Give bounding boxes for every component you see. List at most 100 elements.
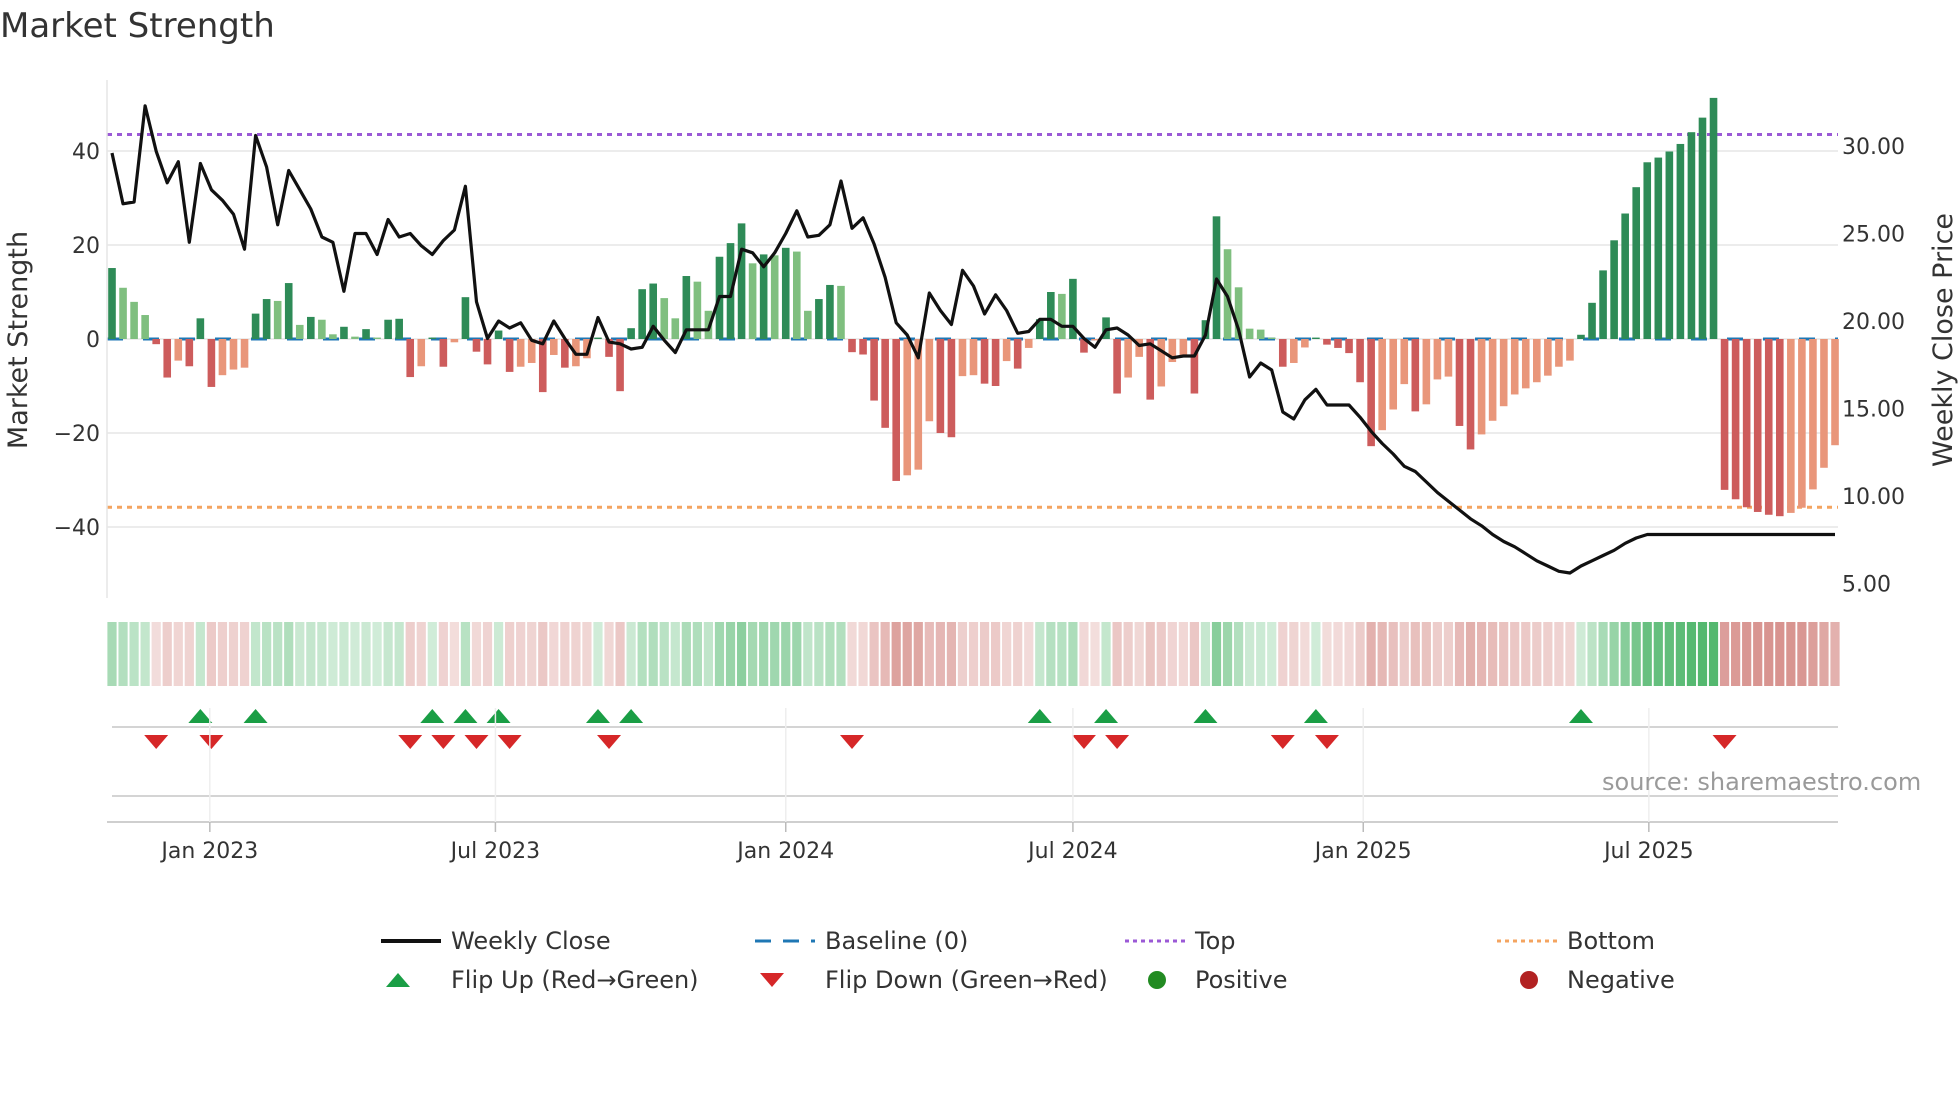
strength-bar bbox=[1047, 292, 1055, 339]
heat-cell bbox=[1775, 622, 1785, 686]
strength-bar bbox=[362, 329, 370, 339]
heat-cell bbox=[1035, 622, 1045, 686]
strength-bar bbox=[1577, 334, 1585, 339]
strength-bar bbox=[1599, 270, 1607, 339]
heat-cell bbox=[1686, 622, 1697, 686]
strength-bar bbox=[870, 339, 878, 401]
flip-down-marker bbox=[840, 735, 865, 749]
strength-bar bbox=[1809, 339, 1817, 490]
source-credit: source: sharemaestro.com bbox=[1602, 768, 1922, 796]
heat-cell bbox=[460, 622, 471, 686]
x-tick-label: Jul 2024 bbox=[1026, 839, 1118, 864]
y-tick-label: 0 bbox=[86, 328, 100, 353]
heat-cell bbox=[250, 622, 261, 686]
strength-bar bbox=[947, 339, 956, 438]
flip-up-marker bbox=[585, 709, 610, 723]
strength-bar bbox=[770, 255, 779, 339]
strength-bar bbox=[307, 316, 315, 339]
strength-bar bbox=[1753, 339, 1762, 512]
strength-bar bbox=[1764, 339, 1773, 515]
flip-up-marker bbox=[486, 709, 511, 723]
heat-cell bbox=[1322, 622, 1332, 686]
strength-bar bbox=[1157, 339, 1166, 387]
heat-cell bbox=[284, 622, 294, 686]
strength-bar bbox=[1411, 339, 1420, 412]
heat-cell bbox=[924, 622, 934, 686]
heat-cell bbox=[273, 622, 283, 686]
heat-cell bbox=[1786, 622, 1796, 686]
heat-cell bbox=[1510, 622, 1520, 686]
strength-bar bbox=[792, 251, 801, 339]
axes: 40 20 0 −20 −40 30.00 25.00 20.00 15.00 10.00 5.00… bbox=[54, 80, 1905, 864]
heat-cell bbox=[1090, 622, 1100, 686]
heat-cell bbox=[582, 622, 592, 686]
flip-up-marker bbox=[243, 709, 268, 723]
heat-cell bbox=[880, 622, 890, 686]
strength-bar bbox=[494, 330, 503, 339]
heat-cell bbox=[1664, 622, 1674, 686]
heat-cell bbox=[1443, 622, 1454, 686]
heat-cell bbox=[659, 622, 669, 686]
strength-bar bbox=[141, 315, 149, 339]
heat-cell bbox=[482, 622, 493, 686]
heat-cell bbox=[1222, 622, 1233, 686]
strength-bar bbox=[318, 319, 326, 339]
heat-cell bbox=[1488, 622, 1498, 686]
heat-cell bbox=[560, 622, 570, 686]
strength-bar bbox=[1455, 339, 1464, 426]
strength-bar bbox=[351, 336, 359, 339]
strength-bar bbox=[1179, 339, 1188, 356]
strength-bar bbox=[417, 339, 426, 367]
flip-up-marker bbox=[1027, 709, 1052, 723]
heat-cell bbox=[228, 622, 239, 686]
heat-cell bbox=[1532, 622, 1542, 686]
heat-cell bbox=[1068, 622, 1078, 686]
heat-cell bbox=[736, 622, 747, 686]
strength-bar bbox=[1488, 339, 1497, 421]
strength-bar bbox=[284, 283, 293, 339]
heat-cell bbox=[118, 622, 128, 686]
strength-bar bbox=[1775, 339, 1784, 517]
strength-bar bbox=[1389, 339, 1398, 410]
flip-down-marker bbox=[431, 735, 456, 749]
strength-bar bbox=[991, 339, 1000, 386]
strength-bar bbox=[1665, 151, 1674, 339]
heat-cell bbox=[1808, 622, 1818, 686]
heat-cell bbox=[1134, 622, 1144, 686]
y2-tick-label: 25.00 bbox=[1842, 223, 1905, 248]
strength-bar bbox=[373, 337, 381, 339]
strength-bar bbox=[406, 339, 415, 378]
heat-cell bbox=[1211, 622, 1222, 686]
heat-cell bbox=[1465, 622, 1476, 686]
strength-bar bbox=[737, 223, 746, 339]
heat-cell bbox=[1675, 622, 1685, 686]
heat-cell bbox=[405, 622, 415, 686]
heat-cell bbox=[991, 622, 1001, 686]
heat-cell bbox=[173, 622, 183, 686]
x-tick-label: Jul 2025 bbox=[1602, 839, 1694, 864]
strength-bar bbox=[550, 339, 558, 355]
heat-cell bbox=[427, 622, 437, 686]
strength-bar bbox=[1146, 339, 1155, 400]
heat-cell bbox=[902, 622, 912, 686]
flip-up-marker bbox=[1094, 709, 1119, 723]
strength-bar bbox=[1400, 339, 1409, 385]
strength-bar bbox=[1510, 339, 1519, 395]
heat-cell bbox=[217, 622, 228, 686]
flip-down-marker bbox=[597, 735, 622, 749]
heat-cell bbox=[1731, 622, 1741, 686]
y2-tick-label: 10.00 bbox=[1842, 485, 1905, 510]
strength-bar bbox=[1345, 339, 1353, 354]
strength-bar bbox=[1544, 339, 1552, 376]
heat-cell bbox=[1587, 622, 1597, 686]
flip-down-marker bbox=[1270, 735, 1295, 749]
strength-bar bbox=[1588, 302, 1596, 339]
heat-cell bbox=[1388, 622, 1398, 686]
heat-cell bbox=[814, 622, 824, 686]
heat-cell bbox=[1620, 622, 1630, 686]
heat-cell bbox=[836, 622, 846, 686]
strength-bar bbox=[616, 339, 624, 392]
heat-strip bbox=[107, 622, 1840, 686]
strength-bar bbox=[969, 339, 978, 376]
heat-cell bbox=[1145, 622, 1155, 686]
